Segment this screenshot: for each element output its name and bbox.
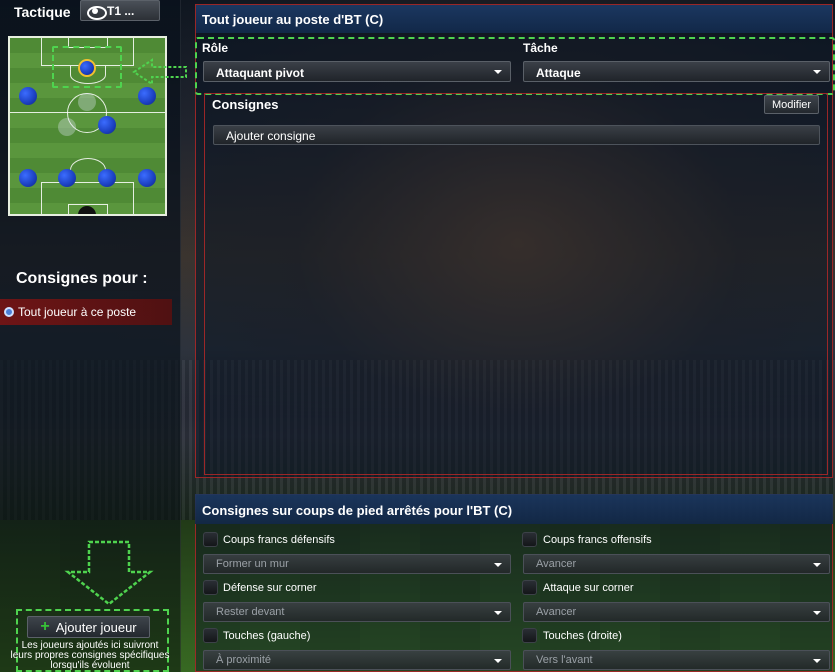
tactic-selector-label: T1 ... [107, 3, 135, 18]
player-dot-empty[interactable] [58, 118, 76, 136]
tactic-label: Tactique [14, 4, 71, 20]
player-dot-cm[interactable] [98, 116, 116, 134]
role-dropdown[interactable]: Attaquant pivot [203, 61, 511, 82]
player-dot-dcr[interactable] [98, 169, 116, 187]
add-player-label: Ajouter joueur [55, 619, 137, 635]
instructions-title: Consignes [212, 97, 279, 112]
plus-icon: + [40, 618, 50, 635]
player-dot-dl[interactable] [19, 169, 37, 187]
throw-ins-left-label: Touches (gauche) [223, 630, 311, 642]
duty-dropdown-value: Attaque [536, 66, 581, 80]
defending-corners-label: Défense sur corner [223, 582, 317, 594]
player-dot-amr[interactable] [138, 87, 156, 105]
instructions-for-heading: Consignes pour : [16, 270, 148, 287]
chevron-down-icon [494, 563, 502, 567]
chevron-down-icon [494, 70, 502, 74]
defensive-free-kicks-checkbox[interactable] [203, 532, 218, 547]
eye-icon [87, 5, 107, 20]
throw-ins-left-dropdown[interactable]: À proximité [203, 650, 511, 670]
defending-corners-dropdown[interactable]: Rester devant [203, 602, 511, 622]
player-list-item-label: Tout joueur à ce poste [18, 305, 137, 319]
radio-selected-icon [4, 307, 14, 317]
tactic-selector-button[interactable]: T1 ... [80, 0, 160, 21]
attacking-free-kicks-checkbox[interactable] [522, 532, 537, 547]
panel-title: Tout joueur au poste d'BT (C) [196, 5, 832, 33]
chevron-down-icon [494, 611, 502, 615]
arrow-down-icon [64, 540, 154, 606]
player-dot-empty[interactable] [78, 93, 96, 111]
defending-corners-checkbox[interactable] [203, 580, 218, 595]
throw-ins-left-checkbox[interactable] [203, 628, 218, 643]
defensive-free-kicks-label: Coups francs défensifs [223, 534, 335, 546]
duty-label: Tâche [523, 41, 558, 55]
chevron-down-icon [813, 70, 821, 74]
attacking-corners-label: Attaque sur corner [543, 582, 634, 594]
throw-ins-right-dropdown[interactable]: Vers l'avant [523, 650, 830, 670]
add-instruction-button[interactable]: Ajouter consigne [213, 125, 820, 145]
player-dot-dcl[interactable] [58, 169, 76, 187]
player-list-item[interactable]: Tout joueur à ce poste [0, 299, 172, 325]
throw-ins-right-label: Touches (droite) [543, 630, 622, 642]
set-piece-title: Consignes sur coups de pied arrêtés pour… [195, 494, 833, 524]
throw-ins-left-value: À proximité [216, 654, 272, 666]
role-dropdown-value: Attaquant pivot [216, 66, 304, 80]
arrow-left-icon [132, 58, 187, 86]
player-dot-aml[interactable] [19, 87, 37, 105]
duty-dropdown[interactable]: Attaque [523, 61, 830, 82]
defensive-free-kicks-dropdown[interactable]: Former un mur [203, 554, 511, 574]
chevron-down-icon [813, 563, 821, 567]
defending-corners-value: Rester devant [216, 606, 285, 618]
chevron-down-icon [813, 659, 821, 663]
defensive-free-kicks-value: Former un mur [216, 558, 289, 570]
chevron-down-icon [813, 611, 821, 615]
player-dot-dr[interactable] [138, 169, 156, 187]
chevron-down-icon [494, 659, 502, 663]
modify-button[interactable]: Modifier [764, 95, 819, 114]
role-label: Rôle [202, 41, 229, 55]
add-player-help-text: Les joueurs ajoutés ici suivront leurs p… [10, 640, 170, 671]
attacking-corners-value: Avancer [536, 606, 577, 618]
attacking-corners-checkbox[interactable] [522, 580, 537, 595]
attacking-free-kicks-value: Avancer [536, 558, 577, 570]
player-dot-st[interactable] [78, 59, 96, 77]
instructions-subpanel [204, 93, 828, 475]
attacking-free-kicks-dropdown[interactable]: Avancer [523, 554, 830, 574]
throw-ins-right-checkbox[interactable] [522, 628, 537, 643]
throw-ins-right-value: Vers l'avant [536, 654, 593, 666]
add-player-button[interactable]: + Ajouter joueur [27, 616, 150, 638]
attacking-free-kicks-label: Coups francs offensifs [543, 534, 652, 546]
attacking-corners-dropdown[interactable]: Avancer [523, 602, 830, 622]
